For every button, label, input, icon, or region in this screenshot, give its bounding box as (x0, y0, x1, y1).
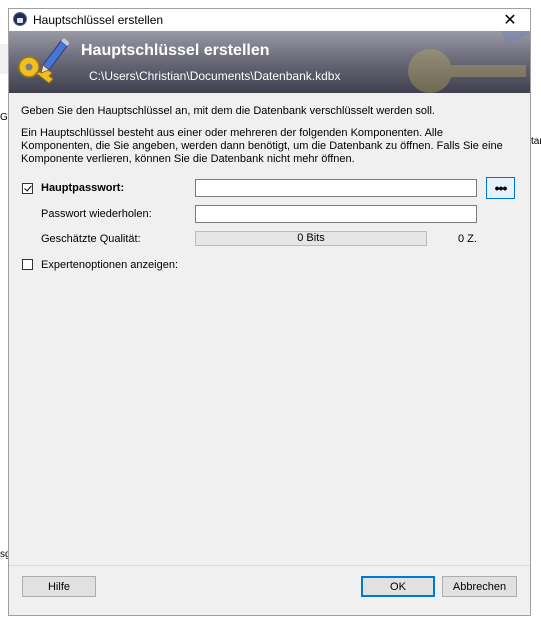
quality-meter: 0 Bits (195, 231, 427, 246)
database-path: C:\Users\Christian\Documents\Datenbank.k… (89, 69, 341, 83)
ok-button[interactable]: OK (361, 576, 435, 597)
quality-char-count: 0 Z. (458, 233, 477, 245)
button-area-separator (9, 565, 530, 566)
close-button[interactable]: ✕ (490, 9, 530, 31)
key-watermark-icon (408, 31, 530, 93)
quality-label: Geschätzte Qualität: (41, 233, 141, 245)
cancel-button[interactable]: Abbrechen (442, 576, 517, 597)
repeat-password-input[interactable] (195, 205, 477, 223)
title-bar: Hauptschlüssel erstellen ✕ (9, 9, 530, 31)
expert-options-label: Expertenoptionen anzeigen: (41, 259, 178, 271)
banner-title: Hauptschlüssel erstellen (81, 42, 270, 59)
help-button[interactable]: Hilfe (22, 576, 96, 597)
master-password-checkbox[interactable] (22, 183, 33, 194)
expert-options-checkbox[interactable] (22, 259, 33, 270)
background-text-right: tar (531, 136, 541, 147)
reveal-password-button[interactable]: ••• (486, 177, 515, 199)
create-master-key-dialog: Hauptschlüssel erstellen ✕ Hauptschlüsse… (8, 8, 531, 616)
master-password-input[interactable] (195, 179, 477, 197)
key-pen-icon (18, 38, 69, 84)
keepass-lock-icon (13, 12, 27, 26)
dialog-content: Geben Sie den Hauptschlüssel an, mit dem… (9, 93, 530, 615)
background-toolbar-left (0, 44, 8, 74)
repeat-password-label: Passwort wiederholen: (41, 208, 152, 220)
window-title: Hauptschlüssel erstellen (33, 13, 164, 27)
master-password-label: Hauptpasswort: (41, 182, 125, 194)
banner: Hauptschlüssel erstellen C:\Users\Christ… (9, 31, 530, 93)
info-text: Ein Hauptschlüssel besteht aus einer ode… (21, 127, 503, 165)
intro-text: Geben Sie den Hauptschlüssel an, mit dem… (21, 105, 435, 117)
